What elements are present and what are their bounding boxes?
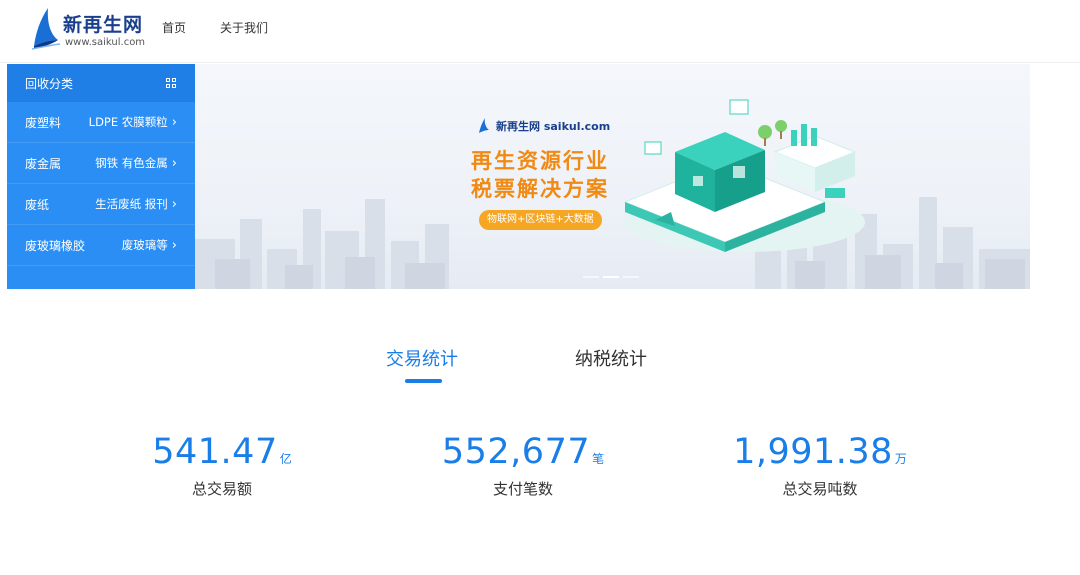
sail-logo-icon: [31, 8, 61, 50]
sidebar-item-category: 废金属: [25, 156, 62, 171]
category-sidebar: 回收分类 废塑料 LDPE 农膜颗粒 › 废金属 钢铁 有色金属 › 废纸 生活废纸…: [7, 64, 195, 289]
active-tab-indicator: [405, 379, 442, 383]
sidebar-title: 回收分类: [25, 76, 74, 91]
banner-title-line1: 再生资源行业: [471, 149, 609, 173]
sidebar-item-subcategories: 生活废纸 报刊: [95, 197, 168, 211]
sidebar-item-category: 废塑料: [25, 115, 62, 130]
stat-total-tonnage: 1,991.38 万 总交易吨数: [690, 432, 950, 499]
city-skyline-image: [195, 197, 1030, 289]
top-nav: 首页 关于我们: [162, 19, 268, 36]
sidebar-item-subcategories: 废玻璃等: [121, 238, 168, 252]
chevron-right-icon: ›: [171, 196, 177, 212]
stat-unit: 笔: [592, 452, 605, 466]
sidebar-item-paper[interactable]: 废纸 生活废纸 报刊 ›: [7, 184, 195, 225]
chevron-right-icon: ›: [171, 114, 177, 130]
sail-logo-icon: [479, 118, 489, 133]
stat-value: 1,991.38: [733, 432, 893, 472]
nav-home[interactable]: 首页: [162, 19, 186, 36]
stat-unit: 亿: [279, 452, 292, 466]
sidebar-item-subcategories: LDPE 农膜颗粒: [88, 115, 168, 129]
header-divider: [0, 62, 1080, 63]
sidebar-item-subcategories: 钢铁 有色金属: [95, 156, 168, 170]
tab-tax-stats[interactable]: 纳税统计: [575, 345, 647, 371]
carousel-dot[interactable]: [623, 276, 639, 278]
banner-brand-text: 新再生网 saikul.com: [496, 120, 611, 133]
banner-brand: 新再生网 saikul.com: [478, 118, 610, 134]
chevron-right-icon: ›: [171, 155, 177, 171]
carousel-dot[interactable]: [583, 276, 599, 278]
sidebar-item-glass-rubber[interactable]: 废玻璃橡胶 废玻璃等 ›: [7, 225, 195, 266]
banner-title: 再生资源行业 税票解决方案: [471, 147, 609, 203]
stat-value: 541.47: [152, 432, 278, 472]
carousel-dot-active[interactable]: [603, 276, 619, 278]
grid-icon[interactable]: [166, 77, 177, 89]
chevron-right-icon: ›: [171, 237, 177, 253]
sidebar-item-plastic[interactable]: 废塑料 LDPE 农膜颗粒 ›: [7, 102, 195, 143]
site-logo[interactable]: 新再生网 www.saikul.com: [30, 6, 150, 52]
logo-url: www.saikul.com: [65, 37, 146, 48]
sidebar-item-metal[interactable]: 废金属 钢铁 有色金属 ›: [7, 143, 195, 184]
nav-about[interactable]: 关于我们: [220, 19, 268, 36]
stat-payment-count: 552,677 笔 支付笔数: [393, 432, 653, 499]
hero-banner[interactable]: 新再生网 saikul.com 再生资源行业 税票解决方案 物联网+区块链+大数…: [195, 64, 1030, 289]
site-header: 新再生网 www.saikul.com 首页 关于我们: [0, 0, 1080, 62]
stats-tabs: 交易统计 纳税统计: [0, 345, 1080, 385]
stat-total-amount: 541.47 亿 总交易额: [92, 432, 352, 499]
sidebar-item-category: 废纸: [25, 197, 50, 212]
stat-value: 552,677: [441, 432, 591, 472]
isometric-recycling-illustration: [623, 99, 865, 252]
sidebar-header: 回收分类: [7, 64, 195, 102]
carousel-dots: [583, 276, 639, 278]
stat-label: 支付笔数: [492, 480, 553, 498]
banner-tagline: 物联网+区块链+大数据: [479, 210, 602, 230]
stat-label: 总交易额: [191, 480, 252, 498]
stat-label: 总交易吨数: [782, 480, 858, 498]
stat-unit: 万: [894, 452, 907, 466]
banner-title-line2: 税票解决方案: [471, 177, 609, 201]
sidebar-item-category: 废玻璃橡胶: [25, 238, 86, 253]
tab-transaction-stats[interactable]: 交易统计: [386, 345, 458, 371]
logo-name: 新再生网: [63, 14, 144, 36]
